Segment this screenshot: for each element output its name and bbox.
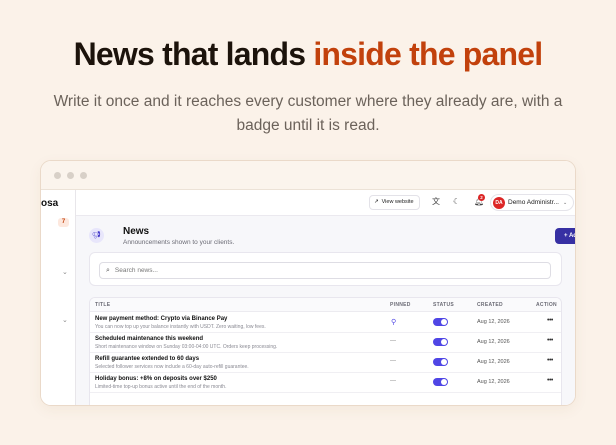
created-date: Aug 12, 2026: [477, 319, 510, 325]
table-row[interactable]: Scheduled maintenance this weekend Short…: [90, 333, 561, 353]
browser-window: osa 7 ⌄ ⌄ ↗ View website 文 ☾ 🔔︎ 2 DA Dem…: [40, 160, 576, 406]
main-panel: ↗ View website 文 ☾ 🔔︎ 2 DA Demo Administ…: [76, 190, 575, 405]
created-date: Aug 12, 2026: [477, 379, 510, 385]
search-box[interactable]: ⌕: [99, 262, 551, 279]
column-header-status[interactable]: STATUS: [433, 302, 454, 308]
window-dot-close: [54, 172, 61, 179]
search-card: ⌕: [89, 252, 562, 286]
column-header-pinned[interactable]: PINNED: [390, 302, 411, 308]
sidebar: osa 7 ⌄ ⌄: [41, 190, 76, 405]
pinned-empty[interactable]: —: [390, 358, 396, 364]
news-title: Holiday bonus: +8% on deposits over $250: [95, 376, 217, 382]
topbar: ↗ View website 文 ☾ 🔔︎ 2 DA Demo Administ…: [76, 190, 575, 216]
hero-subtitle: Write it once and it reaches every custo…: [53, 93, 563, 134]
moon-icon[interactable]: ☾: [453, 197, 460, 207]
table-row[interactable]: Refill guarantee extended to 60 days Sel…: [90, 353, 561, 373]
notification-badge: 2: [478, 194, 485, 201]
more-actions-icon[interactable]: •••: [547, 337, 553, 344]
pinned-empty[interactable]: —: [390, 378, 396, 384]
brand-logo[interactable]: osa: [41, 198, 58, 209]
status-toggle[interactable]: [433, 318, 448, 326]
chevron-down-icon: ⌄: [562, 199, 568, 206]
hero-title-main: News that lands: [73, 36, 314, 72]
pin-icon[interactable]: ⚲: [391, 318, 396, 326]
user-name: Demo Administr...: [508, 199, 559, 206]
news-subtitle: Short maintenance window on Sunday 03:00…: [95, 344, 278, 350]
column-header-created[interactable]: CREATED: [477, 302, 503, 308]
status-toggle[interactable]: [433, 338, 448, 346]
column-header-action: ACTION: [536, 302, 557, 308]
news-title: New payment method: Crypto via Binance P…: [95, 316, 228, 322]
news-subtitle: Selected follower services now include a…: [95, 364, 249, 370]
avatar: DA: [493, 196, 505, 209]
news-title: Scheduled maintenance this weekend: [95, 336, 204, 342]
hero-title-accent: inside the panel: [313, 36, 543, 72]
table-header: TITLE PINNED STATUS CREATED ACTION: [90, 298, 561, 312]
window-dot-minimize: [67, 172, 74, 179]
external-link-icon: ↗: [374, 199, 379, 205]
news-table: TITLE PINNED STATUS CREATED ACTION New p…: [89, 297, 562, 405]
more-actions-icon[interactable]: •••: [547, 317, 553, 324]
column-header-title[interactable]: TITLE: [95, 302, 110, 308]
table-row[interactable]: Holiday bonus: +8% on deposits over $250…: [90, 373, 561, 393]
chevron-down-icon[interactable]: ⌄: [62, 316, 68, 324]
add-news-button[interactable]: + Add new: [555, 228, 575, 244]
table-row[interactable]: New payment method: Crypto via Binance P…: [90, 313, 561, 333]
more-actions-icon[interactable]: •••: [547, 377, 553, 384]
search-icon: ⌕: [106, 266, 110, 274]
created-date: Aug 12, 2026: [477, 339, 510, 345]
pinned-empty[interactable]: —: [390, 338, 396, 344]
window-dot-maximize: [80, 172, 87, 179]
more-actions-icon[interactable]: •••: [547, 357, 553, 364]
news-title: Refill guarantee extended to 60 days: [95, 356, 200, 362]
sidebar-badge: 7: [58, 218, 69, 227]
search-input[interactable]: [114, 267, 535, 274]
chevron-down-icon[interactable]: ⌄: [62, 268, 68, 276]
translate-icon[interactable]: 文: [432, 197, 440, 207]
view-website-label: View website: [381, 199, 414, 205]
page-subtitle: Announcements shown to your clients.: [123, 239, 235, 246]
news-subtitle: Limited-time top-up bonus active until t…: [95, 384, 227, 390]
hero-title: News that lands inside the panel: [0, 36, 616, 73]
status-toggle[interactable]: [433, 358, 448, 366]
status-toggle[interactable]: [433, 378, 448, 386]
page-title: News: [123, 226, 150, 237]
browser-bar: [41, 161, 575, 190]
megaphone-icon: 📢︎: [89, 228, 104, 243]
user-menu[interactable]: DA Demo Administr... ⌄: [490, 194, 574, 211]
created-date: Aug 12, 2026: [477, 359, 510, 365]
view-website-button[interactable]: ↗ View website: [369, 195, 420, 210]
news-subtitle: You can now top up your balance instantl…: [95, 324, 266, 330]
